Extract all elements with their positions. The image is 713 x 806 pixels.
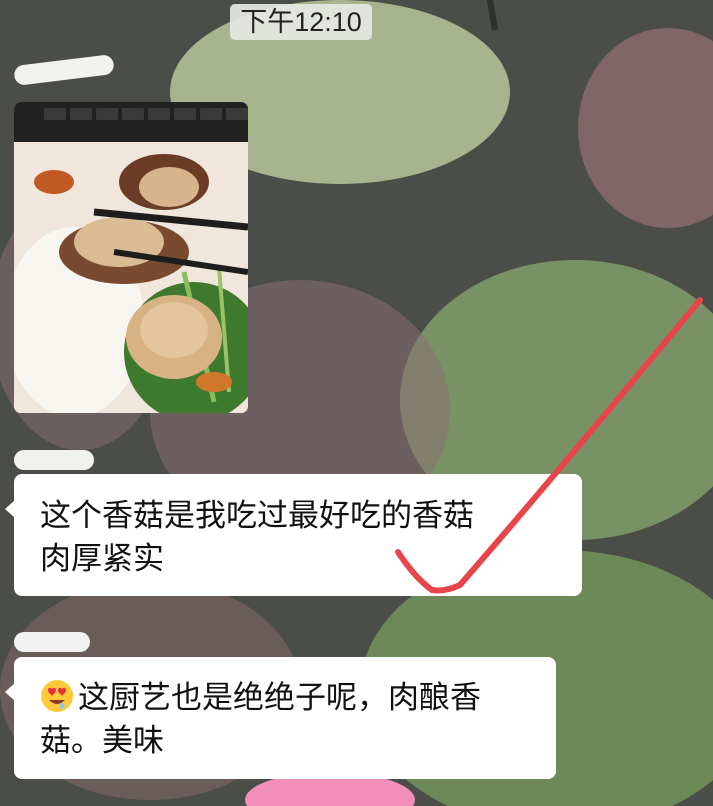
chat-timestamp: 下午12:10 (230, 4, 372, 40)
message-text-line: 这个香菇是我吃过最好吃的香菇 (40, 498, 474, 534)
image-message[interactable] (14, 102, 248, 413)
message-bubble[interactable]: 这厨艺也是绝绝子呢，肉酿香 菇。美味 (5, 657, 556, 779)
stuffed-shiitake-lunch-photo (14, 102, 248, 413)
message-bubble[interactable]: 这个香菇是我吃过最好吃的香菇 肉厚紧实 (5, 474, 582, 596)
message-text-line: 菇。美味 (40, 723, 164, 759)
message-text-line: 这厨艺也是绝绝子呢，肉酿香 (78, 680, 481, 716)
sender-name-redacted (14, 450, 94, 470)
heart-eyes-drooling-emoji (41, 680, 73, 712)
sender-name-redacted (14, 632, 90, 652)
message-text-line: 肉厚紧实 (40, 541, 164, 577)
